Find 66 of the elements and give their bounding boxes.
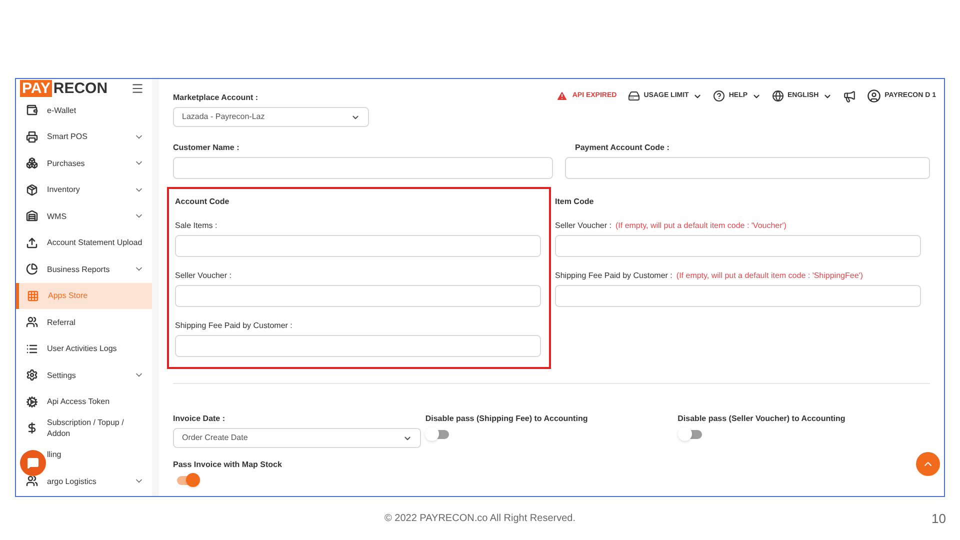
- sidebar-item[interactable]: Api Access Token: [16, 388, 152, 415]
- megaphone-icon[interactable]: [842, 90, 856, 102]
- sidebar-item[interactable]: lling: [16, 442, 152, 468]
- logo-text: RECON: [53, 80, 108, 96]
- field-label: Marketplace Account :: [173, 93, 258, 103]
- sidebar-item[interactable]: User Activities Logs: [16, 336, 152, 362]
- printer-icon: [26, 130, 38, 143]
- invoice-date-dropdown[interactable]: Order Create Date: [173, 428, 421, 448]
- sidebar-item[interactable]: Purchases: [16, 150, 152, 176]
- sidebar-item[interactable]: e-Wallet: [16, 97, 152, 124]
- toggle-label: Disable pass (Shipping Fee) to Accounting: [425, 414, 589, 424]
- wallet-icon: [26, 104, 38, 116]
- input-field[interactable]: [173, 157, 553, 179]
- menu-icon[interactable]: [131, 82, 144, 94]
- hint-text: (If empty, will put a default item code : 'ShippingFee'): [676, 271, 863, 281]
- input-field[interactable]: [175, 235, 541, 257]
- section-title: Item Code: [555, 197, 595, 207]
- section-title: Account Code: [175, 197, 230, 207]
- dollar-icon: [26, 422, 38, 434]
- toggle-switch[interactable]: [177, 476, 197, 485]
- input-field[interactable]: [555, 285, 921, 307]
- input-field[interactable]: [175, 335, 541, 357]
- input-field[interactable]: [565, 157, 930, 179]
- field-label: Customer Name :: [173, 143, 240, 153]
- sidebar-item[interactable]: WMS: [16, 203, 152, 230]
- input-field[interactable]: [555, 235, 921, 257]
- pie-chart-icon: [26, 263, 38, 276]
- field-label: Shipping Fee Paid by Customer :: [555, 271, 672, 281]
- logo-mark: PAY: [20, 80, 52, 96]
- field-label: Seller Voucher :: [555, 221, 612, 231]
- sidebar-item[interactable]: Business Reports: [16, 256, 152, 282]
- field-label: Seller Voucher :: [175, 271, 232, 281]
- grid-icon: [27, 290, 39, 302]
- package-icon: [26, 184, 38, 196]
- help-icon: [712, 90, 725, 102]
- boxes-icon: [26, 157, 38, 170]
- sidebar-item[interactable]: argo Logistics: [16, 468, 152, 494]
- list-icon: [26, 342, 38, 355]
- sidebar-item[interactable]: Inventory: [16, 176, 152, 203]
- hint-text: (If empty, will put a default item code : 'Voucher'): [615, 221, 786, 231]
- users-icon: [26, 475, 38, 488]
- sidebar-item[interactable]: Account Statement Upload: [16, 230, 152, 256]
- field-label: Shipping Fee Paid by Customer :: [175, 321, 294, 331]
- input-field[interactable]: [175, 285, 541, 307]
- globe-icon: [772, 90, 784, 102]
- field-label: Invoice Date :: [173, 414, 226, 424]
- field-label: Payment Account Code :: [575, 143, 670, 153]
- page-number: 10: [932, 510, 946, 528]
- sidebar-item[interactable]: Subscription / Topup / Addon: [16, 415, 152, 442]
- upload-icon: [26, 236, 38, 249]
- sidebar-item[interactable]: Referral: [16, 309, 152, 336]
- settings-icon: [26, 369, 38, 382]
- marketplace-dropdown[interactable]: Lazada - Payrecon-Laz: [173, 107, 369, 127]
- field-label: Sale Items :: [175, 221, 218, 231]
- warning-icon: [556, 90, 568, 102]
- scroll-top-button[interactable]: [916, 452, 940, 476]
- drive-icon: [628, 90, 640, 102]
- toggle-label: Disable pass (Seller Voucher) to Accounting: [678, 414, 846, 424]
- copyright-text: © 2022 PAYRECON.co All Right Reserved.: [384, 512, 576, 526]
- sidebar-item[interactable]: Smart POS: [16, 124, 152, 150]
- toggle-label: Pass Invoice with Map Stock: [173, 460, 282, 470]
- warehouse-icon: [26, 210, 38, 222]
- user-icon: [866, 89, 881, 103]
- sidebar-item[interactable]: Settings: [16, 362, 152, 388]
- chat-icon: [27, 457, 39, 469]
- users-icon: [26, 316, 38, 328]
